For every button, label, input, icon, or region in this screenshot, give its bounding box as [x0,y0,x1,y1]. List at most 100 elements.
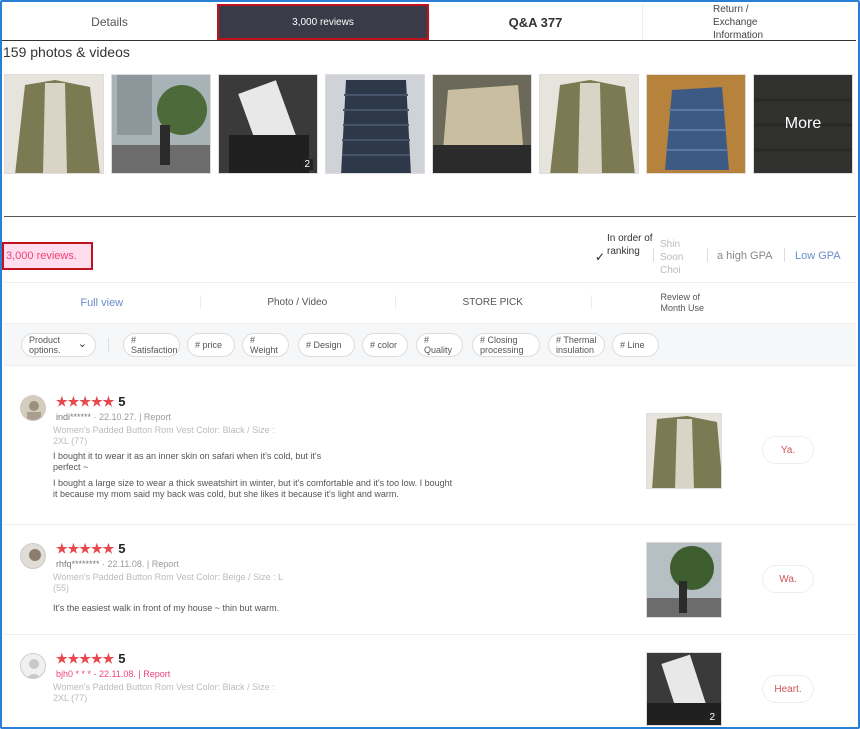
reviewer-name: rhfq******** [56,559,100,569]
review-photo[interactable] [646,542,722,618]
subtab-photo-video[interactable]: Photo / Video [199,283,396,322]
reviewer-name: indi****** [56,412,92,422]
chip-design[interactable]: # Design [298,333,355,357]
review-text: I bought a large size to wear a thick sw… [53,478,453,499]
rating-score: 5 [118,541,126,556]
subtab-full-view[interactable]: Full view [4,283,200,322]
chip-thermal-insulation[interactable]: # Thermal insulation [548,333,605,357]
tab-details[interactable]: Details [2,4,217,40]
photo-thumb[interactable] [111,74,211,174]
chip-label: # Line [620,340,645,350]
photo-street-icon [112,75,210,173]
photos-title: 159 photos & videos [3,44,130,60]
tab-qa[interactable]: Q&A 377 [429,4,642,40]
photo-thumb-more[interactable]: More [753,74,853,174]
review-item: ★★★★★ 5 rhfq******** · 22.11.08. | Report… [4,525,856,635]
chip-quality[interactable]: # Quality [416,333,463,357]
chip-color[interactable]: # color [362,333,408,357]
sort-separator [784,248,785,262]
star-rating: ★★★★★ 5 [56,651,126,667]
chip-label: # Design [306,340,342,350]
chip-line[interactable]: # Line [612,333,659,357]
star-rating: ★★★★★ 5 [56,541,126,557]
subtab-month-review[interactable]: Review of Month Use [590,283,857,322]
stars-icon: ★★★★★ [56,541,115,556]
photo-blue-vest-icon [647,75,745,173]
stars-icon: ★★★★★ [56,394,115,409]
photo-khaki-coat-icon [5,75,103,173]
review-text: I bought it to wear it as an inner skin … [53,451,322,472]
checkmark-icon: ✓ [595,250,606,264]
photo-count-badge: 2 [706,712,718,723]
chip-price[interactable]: # price [187,333,235,357]
chip-weight[interactable]: # Weight [242,333,289,357]
photo-thumb[interactable] [539,74,639,174]
photo-navy-vest-icon [326,75,424,173]
helpful-button[interactable]: Heart. [762,675,814,703]
sort-high-gpa[interactable]: a high GPA [717,250,772,263]
review-option: Women's Padded Button Rom Vest Color: Bl… [53,682,275,703]
review-item: ★★★★★ 5 indi****** · 22.10.27. | Report W… [4,366,856,525]
avatar [20,543,46,569]
tab-return-exchange[interactable]: Return / Exchange Information [642,3,856,41]
product-options-dropdown[interactable]: Product options. ⌄ [21,333,96,357]
review-date-report[interactable]: · 22.11.08. | Report [100,559,179,569]
avatar-photo-icon [21,544,45,568]
chevron-down-icon: ⌄ [77,338,87,350]
chip-satisfaction[interactable]: # Satisfaction [123,333,180,357]
photo-khaki-coat-icon [540,75,638,173]
chip-label: # color [370,340,398,350]
photo-thumb[interactable]: 2 [218,74,318,174]
review-date-report[interactable]: · 22.10.27. | Report [91,412,171,422]
review-photo[interactable] [646,413,722,489]
sort-newest[interactable]: Shin Soon Choi [660,238,700,277]
photo-thumbnails: 2 More [4,74,853,174]
rating-score: 5 [118,394,126,409]
chip-label: # price [195,340,223,350]
product-options-label: Product options. [29,335,61,355]
chip-label: # Thermal insulation [556,335,597,355]
chip-label: # Closing processing [480,335,524,355]
sort-low-gpa[interactable]: Low GPA [795,250,841,263]
chip-label: # Weight [250,335,278,355]
review-option: Women's Padded Button Rom Vest Color: Be… [53,572,283,593]
review-filter-tabs: Full view Photo / Video STORE PICK Revie… [4,282,856,322]
photo-thumb[interactable] [432,74,532,174]
reviewer-name-date[interactable]: bjh0 * * * - 22.11.08. | Report [56,669,170,679]
review-item: ★★★★★ 5 bjh0 * * * - 22.11.08. | Report W… [4,635,856,729]
sort-separator [653,248,654,262]
review-count-heading: 3,000 reviews. [2,242,93,270]
helpful-button[interactable]: Wa. [762,565,814,593]
review-meta: rhfq******** · 22.11.08. | Report [56,559,179,569]
keyword-filter-bar: Product options. ⌄ # Satisfaction # pric… [4,323,856,366]
subtab-store-pick[interactable]: STORE PICK [395,283,591,322]
photo-count-badge: 2 [301,159,313,170]
sort-separator [707,248,708,262]
review-photo[interactable]: 2 [646,652,722,726]
avatar-photo-icon [21,396,45,420]
review-option: Women's Padded Button Rom Vest Color: Bl… [53,425,275,446]
chip-closing-processing[interactable]: # Closing processing [472,333,540,357]
more-photos-label: More [754,75,852,173]
photo-thumb[interactable] [646,74,746,174]
tab-return-label: Return / Exchange Information [713,3,764,41]
chip-label: # Satisfaction [131,335,178,355]
avatar [20,653,46,679]
default-user-icon [21,654,45,678]
stars-icon: ★★★★★ [56,651,115,666]
helpful-button[interactable]: Ya. [762,436,814,464]
photo-thumb[interactable] [4,74,104,174]
star-rating: ★★★★★ 5 [56,394,126,410]
review-text: It's the easiest walk in front of my hou… [53,603,280,613]
avatar [20,395,46,421]
subtab-month-label: Review of Month Use [660,291,705,313]
rating-score: 5 [118,651,126,666]
photo-thumb[interactable] [325,74,425,174]
review-coat-photo-icon [647,414,721,488]
chip-label: # Quality [424,335,453,355]
tab-reviews[interactable]: 3,000 reviews [217,4,429,40]
section-divider [4,216,856,217]
sort-ranking[interactable]: In order of ranking [607,232,655,258]
review-street-photo-icon [647,543,721,617]
top-tab-bar: Details 3,000 reviews Q&A 377 Return / E… [2,4,856,41]
